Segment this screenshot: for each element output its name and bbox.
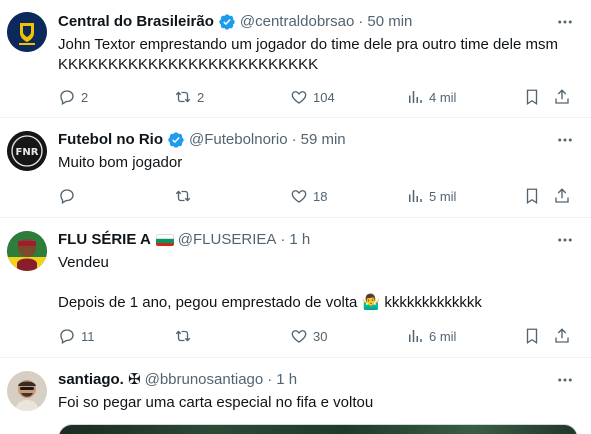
separator-dot: · <box>280 231 286 248</box>
bookmark-icon <box>526 328 538 345</box>
author-handle[interactable]: @centraldobrsao <box>240 12 354 32</box>
share-button[interactable] <box>553 326 571 346</box>
like-count: 18 <box>313 188 328 204</box>
author-handle[interactable]: @bbrunosantiago <box>145 370 264 390</box>
views-button[interactable]: 4 mil <box>406 87 456 107</box>
share-button[interactable] <box>553 87 571 107</box>
retweet-button[interactable] <box>174 186 197 206</box>
tweet-text: Muito bom jogador <box>58 154 183 171</box>
retweet-button[interactable]: 2 <box>174 87 204 107</box>
views-icon <box>409 330 422 342</box>
reply-icon <box>60 189 74 204</box>
retweet-count: 2 <box>197 89 205 105</box>
like-button[interactable]: 18 <box>290 186 327 206</box>
reply-count: 11 <box>81 328 95 344</box>
views-count: 6 mil <box>429 328 457 344</box>
author-name[interactable]: Futebol no Rio <box>58 130 163 150</box>
like-icon <box>291 190 307 203</box>
like-count: 30 <box>313 328 328 344</box>
like-count: 104 <box>313 89 335 105</box>
reply-count: 2 <box>81 89 89 105</box>
tweet-header: Futebol no Rio @Futebolnorio · 59 min <box>58 130 346 150</box>
separator-dot: · <box>267 371 273 388</box>
avatar[interactable] <box>7 231 47 271</box>
views-button[interactable]: 6 mil <box>406 326 456 346</box>
share-icon <box>555 328 569 343</box>
share-icon <box>555 89 569 104</box>
timestamp[interactable]: 50 min <box>367 12 412 32</box>
tweet-media-preview[interactable] <box>58 424 578 434</box>
reply-icon <box>60 90 74 105</box>
svg-text:FNR: FNR <box>16 147 39 158</box>
separator-dot: · <box>358 13 364 30</box>
flu-serie-a-avatar-icon <box>7 231 47 271</box>
retweet-button[interactable] <box>174 326 197 346</box>
tweet-header: santiago. ✠ @bbrunosantiago · 1 h <box>58 370 297 390</box>
more-options-button[interactable] <box>555 370 575 390</box>
bookmark-button[interactable] <box>523 186 541 206</box>
like-icon <box>291 330 307 343</box>
timestamp[interactable]: 59 min <box>301 130 346 150</box>
tweet-text: Vendeu Depois de 1 ano, pegou emprestado… <box>58 254 482 311</box>
retweet-icon <box>175 330 191 342</box>
avatar[interactable] <box>7 12 47 52</box>
futebol-no-rio-logo-icon: FNR <box>7 131 47 171</box>
retweet-icon <box>175 190 191 202</box>
like-button[interactable]: 30 <box>290 326 327 346</box>
reply-button[interactable]: 11 <box>58 326 95 346</box>
more-icon <box>558 138 572 142</box>
separator-dot: · <box>291 131 297 148</box>
verified-icon <box>168 132 184 148</box>
tweet-actions: 18 5 mil <box>58 186 578 206</box>
tweet-header: FLU SÉRIE A @FLUSERIEA · 1 h <box>58 230 310 250</box>
author-name[interactable]: FLU SÉRIE A <box>58 230 151 250</box>
avatar[interactable] <box>7 371 47 411</box>
bulgaria-flag-icon <box>155 234 174 246</box>
more-options-button[interactable] <box>555 130 575 150</box>
reply-button[interactable] <box>58 186 81 206</box>
timestamp[interactable]: 1 h <box>289 230 310 250</box>
more-icon <box>558 238 572 242</box>
tweet-text: Foi so pegar uma carta especial no fifa … <box>58 394 374 411</box>
tweet-actions: 2 2 104 4 mil <box>58 87 578 107</box>
timestamp[interactable]: 1 h <box>276 370 297 390</box>
avatar[interactable]: FNR <box>7 131 47 171</box>
more-options-button[interactable] <box>555 12 575 32</box>
views-button[interactable]: 5 mil <box>406 186 456 206</box>
tweet[interactable]: santiago. ✠ @bbrunosantiago · 1 h Foi so… <box>0 358 591 434</box>
bookmark-button[interactable] <box>523 326 541 346</box>
more-icon <box>558 378 572 382</box>
tweet-actions: 11 30 6 mil <box>58 326 578 346</box>
author-handle[interactable]: @Futebolnorio <box>189 130 288 150</box>
author-handle[interactable]: @FLUSERIEA <box>178 230 277 250</box>
views-count: 4 mil <box>429 89 457 105</box>
reply-icon <box>60 329 74 344</box>
author-name[interactable]: santiago. ✠ <box>58 370 141 390</box>
tweet-header: Central do Brasileirão @centraldobrsao ·… <box>58 12 412 32</box>
tweet[interactable]: FLU SÉRIE A @FLUSERIEA · 1 h Vendeu Depo… <box>0 218 591 358</box>
like-icon <box>291 91 307 104</box>
share-button[interactable] <box>553 186 571 206</box>
more-options-button[interactable] <box>555 230 575 250</box>
views-icon <box>409 91 422 103</box>
share-icon <box>555 188 569 203</box>
like-button[interactable]: 104 <box>290 87 335 107</box>
verified-icon <box>219 14 235 30</box>
reply-button[interactable]: 2 <box>58 87 88 107</box>
tweet[interactable]: FNR Futebol no Rio @Futebolnorio · 59 mi… <box>0 118 591 218</box>
views-count: 5 mil <box>429 188 457 204</box>
views-icon <box>409 190 422 202</box>
tweet[interactable]: Central do Brasileirão @centraldobrsao ·… <box>0 0 591 118</box>
more-icon <box>558 20 572 24</box>
retweet-icon <box>175 91 191 103</box>
bookmark-icon <box>526 188 538 205</box>
tweet-text: John Textor emprestando um jogador do ti… <box>58 36 563 73</box>
brasileirao-logo-icon <box>7 12 47 52</box>
bookmark-icon <box>526 89 538 106</box>
santiago-avatar-icon <box>7 371 47 411</box>
author-name[interactable]: Central do Brasileirão <box>58 12 214 32</box>
bookmark-button[interactable] <box>523 87 541 107</box>
